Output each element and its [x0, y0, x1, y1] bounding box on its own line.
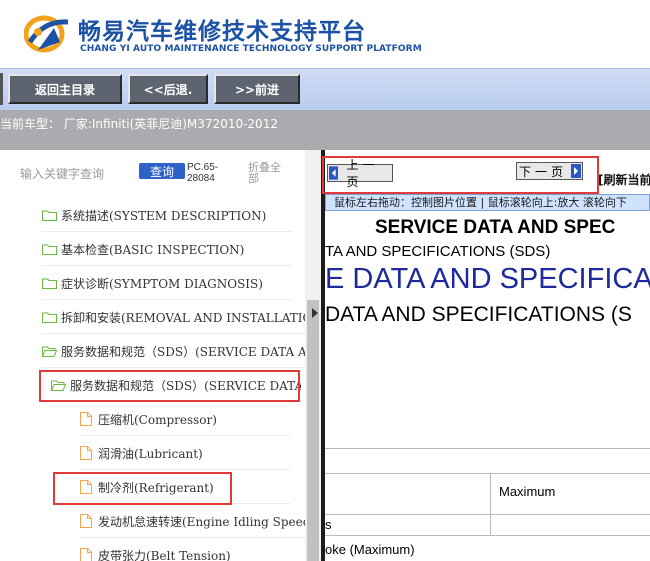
tree-item-engine-idling-speed[interactable]: 发动机怠速转速(Engine Idling Speed) — [80, 505, 305, 538]
tree-item-system-description[interactable]: 系统描述(SYSTEM DESCRIPTION) — [42, 199, 292, 232]
table-rule — [325, 535, 650, 536]
tree-item-label: 服务数据和规范（SDS）(SERVICE DATA A — [61, 344, 305, 359]
doc-cell-stroke: oke (Maximum) — [325, 542, 415, 557]
app-subtitle: CHANG YI AUTO MAINTENANCE TECHNOLOGY SUP… — [80, 44, 422, 54]
tree-item-label: 润滑油(Lubricant) — [98, 446, 203, 461]
prev-page-label: 上一页 — [346, 158, 379, 189]
tree-item-lubricant[interactable]: 润滑油(Lubricant) — [80, 437, 290, 470]
doc-cell-s: s — [325, 517, 332, 532]
doc-title-large-2: DATA AND SPECIFICATIONS (S — [325, 303, 632, 326]
nav-bar: 返回主目录 <<后退. >>前进 — [0, 68, 650, 110]
vehicle-info: 当前车型： 厂家:Infiniti(英菲尼迪)M372010-2012 — [0, 115, 278, 132]
table-rule — [325, 514, 650, 515]
document-icon — [80, 412, 92, 426]
document-icon — [80, 446, 92, 460]
tree-item-sds-sub[interactable]: 服务数据和规范（SDS）(SERVICE DATA — [51, 369, 301, 402]
catalog-panel: 输入关键字查询 查询 PC.65-28084 折叠全部 系统描述(SYSTEM … — [0, 150, 322, 561]
query-button[interactable]: 查询 — [139, 163, 185, 179]
document-image[interactable]: SERVICE DATA AND SPEC TA AND SPECIFICATI… — [325, 211, 650, 561]
collapse-panel-arrow-icon[interactable] — [312, 308, 318, 318]
tree-item-sds[interactable]: 服务数据和规范（SDS）(SERVICE DATA A — [42, 335, 305, 368]
viewer-hint: 鼠标左右拖动：控制图片位置 | 鼠标滚轮向上:放大 滚轮向下 — [325, 194, 650, 211]
table-rule — [325, 473, 650, 474]
doc-heading: SERVICE DATA AND SPEC — [375, 217, 616, 238]
next-page-button[interactable]: 下一页 — [516, 162, 583, 180]
tree-item-label: 制冷剂(Refrigerant) — [98, 480, 214, 495]
tree-item-basic-inspection[interactable]: 基本检查(BASIC INSPECTION) — [42, 233, 292, 266]
folder-icon — [42, 210, 57, 221]
table-rule — [325, 448, 650, 449]
folder-icon — [42, 278, 57, 289]
pc-code: PC.65-28084 — [187, 162, 219, 184]
cy-logo-icon — [24, 15, 69, 53]
tree-item-compressor[interactable]: 压缩机(Compressor) — [80, 403, 290, 436]
document-icon — [80, 514, 92, 528]
back-button[interactable]: <<后退. — [128, 74, 208, 104]
tree-item-label: 皮带张力(Belt Tension) — [98, 548, 231, 561]
vehicle-value: 厂家:Infiniti(英菲尼迪)M372010-2012 — [63, 117, 278, 131]
tree-item-label: 基本检查(BASIC INSPECTION) — [61, 242, 245, 257]
search-input[interactable]: 输入关键字查询 — [20, 165, 104, 182]
folder-open-icon — [51, 380, 66, 391]
doc-cell-maximum: Maximum — [499, 484, 556, 499]
search-row: 输入关键字查询 查询 PC.65-28084 折叠全部 — [0, 150, 322, 196]
tree-item-label: 系统描述(SYSTEM DESCRIPTION) — [61, 208, 267, 223]
tree-item-belt-tension[interactable]: 皮带张力(Belt Tension) — [80, 539, 290, 561]
tree-item-removal-installation[interactable]: 拆卸和安装(REMOVAL AND INSTALLATIO — [42, 301, 305, 334]
doc-title-large: E DATA AND SPECIFICA — [325, 263, 650, 295]
tree-item-label: 拆卸和安装(REMOVAL AND INSTALLATIO — [61, 310, 305, 325]
folder-icon — [42, 244, 57, 255]
app-header: 畅易汽车维修技术支持平台 CHANG YI AUTO MAINTENANCE T… — [0, 0, 650, 68]
tree-item-refrigerant[interactable]: 制冷剂(Refrigerant) — [80, 471, 290, 504]
next-page-label: 下一页 — [518, 164, 567, 179]
pager-bar: 上一页 下一页 [刷新当前 — [325, 150, 650, 194]
app-title: 畅易汽车维修技术支持平台 — [78, 19, 366, 45]
folder-icon — [42, 312, 57, 323]
document-icon — [80, 548, 92, 561]
tree-item-label: 症状诊断(SYMPTOM DIAGNOSIS) — [61, 276, 263, 291]
folder-open-icon — [42, 346, 57, 357]
collapse-all-button[interactable]: 折叠全部 — [248, 162, 290, 184]
arrow-right-icon — [571, 164, 581, 178]
tree-scrollbar-thumb[interactable] — [307, 300, 319, 561]
tree-item-symptom-diagnosis[interactable]: 症状诊断(SYMPTOM DIAGNOSIS) — [42, 267, 292, 300]
prev-page-button[interactable]: 上一页 — [327, 158, 393, 189]
document-icon — [80, 480, 92, 494]
doc-subheading: TA AND SPECIFICATIONS (SDS) — [325, 243, 551, 260]
tree-item-label: 发动机怠速转速(Engine Idling Speed) — [98, 514, 305, 529]
nav-bar-edge — [0, 73, 3, 105]
arrow-left-icon — [329, 166, 339, 180]
home-button[interactable]: 返回主目录 — [8, 74, 122, 104]
tree-item-label: 压缩机(Compressor) — [98, 412, 217, 427]
document-viewer: 上一页 下一页 [刷新当前 鼠标左右拖动：控制图片位置 | 鼠标滚轮向上:放大 … — [325, 150, 650, 561]
vehicle-label: 当前车型： — [0, 117, 61, 131]
refresh-link[interactable]: [刷新当前 — [598, 171, 650, 188]
tree-item-label: 服务数据和规范（SDS）(SERVICE DATA — [70, 378, 301, 393]
forward-button[interactable]: >>前进 — [214, 74, 300, 104]
table-rule-vertical — [490, 473, 491, 535]
vehicle-info-bar: 当前车型： 厂家:Infiniti(英菲尼迪)M372010-2012 — [0, 110, 650, 150]
